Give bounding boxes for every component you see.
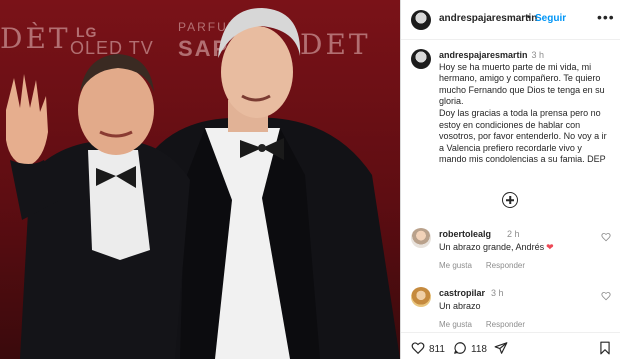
caption-line: a Valencia prefiero recordarle vivo y <box>439 142 582 153</box>
people-illustration <box>6 8 400 359</box>
comment-item: robertolealg 2 h Un abrazo grande, André… <box>401 228 620 278</box>
comment-meta: Me gusta Responder <box>439 320 525 329</box>
post-actions-bar: 811 118 <box>401 332 620 359</box>
comment-meta: Me gusta Responder <box>439 261 525 270</box>
commenter-username[interactable]: robertolealg <box>439 229 491 239</box>
waving-hand <box>6 74 48 166</box>
comment-like-link[interactable]: Me gusta <box>439 320 472 329</box>
author-avatar[interactable] <box>411 10 431 30</box>
separator-dot: • <box>527 12 531 23</box>
caption-timestamp[interactable]: 3 h <box>532 50 545 60</box>
post-header: andrespajaresmartin • Seguir ••• <box>401 0 620 40</box>
comment-heart-icon[interactable] <box>601 291 611 301</box>
heart-icon[interactable] <box>411 341 425 355</box>
comment-icon[interactable] <box>453 341 467 355</box>
caption-line: Hoy se ha muerto parte de mi vida, mi <box>439 61 592 72</box>
caption-line: estoy en condiciones de hablar con <box>439 119 581 130</box>
comment-reply-link[interactable]: Responder <box>486 320 525 329</box>
comment-text: Un abrazo grande, Andrés ❤ <box>439 242 554 253</box>
comment-heart-icon[interactable] <box>601 232 611 242</box>
comment-body: Un abrazo grande, Andrés <box>439 242 545 252</box>
post-photo[interactable]: DÈT LG OLED TV PARFUM SAPH DET <box>0 0 400 359</box>
post-side-panel: andrespajaresmartin • Seguir ••• andresp… <box>400 0 620 359</box>
caption-username[interactable]: andrespajaresmartin <box>439 50 528 60</box>
caption-line: hermano, amigo y compañero. Te quiero <box>439 73 601 84</box>
red-heart-emoji: ❤ <box>546 242 554 252</box>
share-icon[interactable] <box>494 341 508 355</box>
comment-reply-link[interactable]: Responder <box>486 261 525 270</box>
caption-line: mucho Fernando que Dios te tenga en su <box>439 84 605 95</box>
caption-line: gloria. <box>439 96 464 107</box>
comment-like-link[interactable]: Me gusta <box>439 261 472 270</box>
caption-author-avatar[interactable] <box>411 49 431 69</box>
plus-circle-icon[interactable] <box>502 192 518 208</box>
more-horizontal-icon[interactable]: ••• <box>597 9 615 25</box>
post-caption: andrespajaresmartin 3 h Hoy se ha muerto … <box>439 50 615 166</box>
comment-body: Un abrazo <box>439 301 481 311</box>
comment-item: castropilar 3 h Un abrazo Me gusta Respon… <box>401 287 620 337</box>
follow-button[interactable]: Seguir <box>535 13 566 24</box>
like-count[interactable]: 811 <box>429 344 445 355</box>
commenter-avatar[interactable] <box>411 228 431 248</box>
commenter-avatar[interactable] <box>411 287 431 307</box>
right-man-face <box>221 26 293 118</box>
comment-timestamp[interactable]: 3 h <box>491 288 504 298</box>
author-username[interactable]: andrespajaresmartin <box>439 13 537 24</box>
comment-count[interactable]: 118 <box>471 344 487 355</box>
caption-line: Doy las gracias a toda la prensa pero no <box>439 107 601 118</box>
comment-timestamp[interactable]: 2 h <box>507 229 520 239</box>
caption-line: mando mis condolencias a su famia. DEP <box>439 154 606 165</box>
bookmark-icon[interactable] <box>599 341 611 355</box>
caption-line: vosotros, por favor entenderlo. No voy a… <box>439 131 607 142</box>
commenter-username[interactable]: castropilar <box>439 288 485 298</box>
